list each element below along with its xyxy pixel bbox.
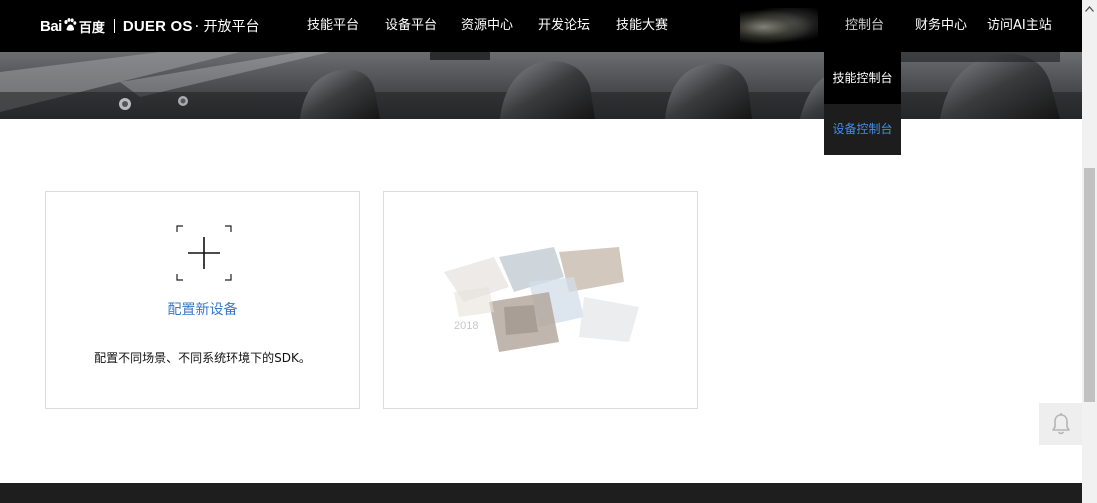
notification-button[interactable]: [1039, 403, 1082, 445]
vertical-scrollbar[interactable]: [1082, 0, 1097, 503]
nav-skill-contest[interactable]: 技能大赛: [616, 0, 668, 52]
duer-os-logo[interactable]: Bai 百度 DUER OS · 开放平台: [40, 12, 260, 40]
device-year-label: 2018: [454, 320, 479, 332]
nav-dev-forum[interactable]: 开发论坛: [538, 0, 590, 52]
add-device-title[interactable]: 配置新设备: [46, 299, 359, 319]
plus-icon: [176, 225, 232, 281]
dropdown-skill-console[interactable]: 技能控制台: [824, 52, 901, 104]
add-device-description: 配置不同场景、不同系统环境下的SDK。: [94, 351, 311, 365]
nav-resource-center[interactable]: 资源中心: [461, 0, 513, 52]
mixer-console-illustration: [0, 52, 1082, 119]
scroll-up-arrow-icon[interactable]: [1082, 0, 1097, 17]
nav-finance-center[interactable]: 财务中心: [915, 0, 967, 52]
logo-platform-text: · 开放平台: [194, 19, 260, 35]
logo-duer-os-text: DUER OS: [122, 17, 193, 35]
top-navigation-bar: Bai 百度 DUER OS · 开放平台 技能平台 设备平台 资源中心 开发论…: [0, 0, 1082, 52]
page-footer: [0, 483, 1082, 503]
bell-icon: [1051, 413, 1070, 435]
logo-baidu-text: Bai: [40, 17, 62, 35]
nav-visit-ai-site[interactable]: 访问AI主站: [987, 0, 1052, 52]
hero-banner-image: [0, 52, 1082, 119]
device-thumbnail: [444, 247, 639, 352]
nav-skill-platform[interactable]: 技能平台: [307, 0, 359, 52]
dropdown-device-console[interactable]: 设备控制台: [824, 104, 901, 155]
console-dropdown-menu: 技能控制台 设备控制台: [824, 52, 901, 155]
nav-console[interactable]: 控制台: [845, 0, 884, 52]
nav-device-platform[interactable]: 设备平台: [385, 0, 437, 52]
scrollbar-thumb[interactable]: [1084, 168, 1095, 402]
logo-baidu-cn: 百度: [78, 20, 105, 36]
logo-divider: [113, 19, 115, 33]
baidu-paw-icon: [64, 18, 77, 31]
device-card[interactable]: 2018: [383, 191, 698, 409]
user-avatar-icon[interactable]: [740, 8, 818, 46]
add-device-card[interactable]: 配置新设备 配置不同场景、不同系统环境下的SDK。: [45, 191, 360, 409]
